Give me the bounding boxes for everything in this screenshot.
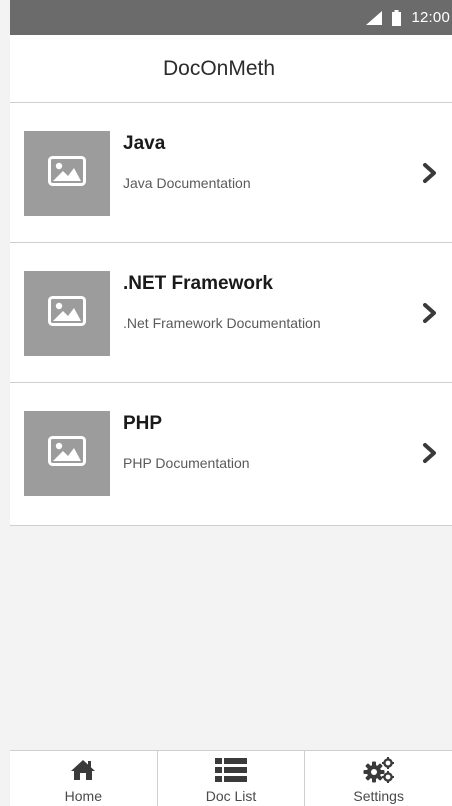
doc-item-subtitle: PHP Documentation [123, 455, 250, 471]
tab-label: Doc List [205, 788, 257, 804]
image-placeholder-icon [48, 156, 86, 191]
status-bar: 12:00 [10, 0, 452, 35]
thumbnail [24, 411, 110, 496]
status-bar-right: 12:00 [366, 0, 450, 35]
home-icon [71, 755, 96, 785]
app-screen: 12:00 DocOnMeth Java Java Documentation [0, 0, 452, 806]
chevron-right-icon[interactable] [422, 442, 438, 464]
app-header: DocOnMeth [10, 35, 452, 103]
page-title: DocOnMeth [162, 56, 276, 80]
list-item-dotnet[interactable]: .NET Framework .Net Framework Documentat… [10, 243, 452, 383]
cellular-signal-icon [366, 10, 383, 25]
tab-settings[interactable]: Settings [304, 751, 452, 806]
list-item-php[interactable]: PHP PHP Documentation [10, 383, 452, 526]
doc-item-subtitle: .Net Framework Documentation [123, 315, 321, 331]
tab-doc-list[interactable]: Doc List [156, 751, 305, 806]
status-time: 12:00 [411, 9, 450, 26]
list-icon [215, 755, 247, 785]
bottom-tab-bar: Home Doc List Settings [10, 750, 452, 806]
tab-label: Home [64, 788, 103, 804]
image-placeholder-icon [48, 296, 86, 331]
image-placeholder-icon [48, 436, 86, 471]
chevron-right-icon[interactable] [422, 302, 438, 324]
gears-icon [363, 755, 395, 785]
tab-home[interactable]: Home [10, 751, 157, 806]
doc-item-subtitle: Java Documentation [123, 175, 251, 191]
doc-list: Java Java Documentation .NET Framework .… [10, 103, 452, 526]
thumbnail [24, 131, 110, 216]
doc-item-title: .NET Framework [123, 273, 273, 294]
battery-icon [392, 9, 402, 26]
tab-label: Settings [353, 788, 404, 804]
thumbnail [24, 271, 110, 356]
chevron-right-icon[interactable] [422, 162, 438, 184]
doc-item-title: Java [123, 133, 166, 154]
list-item-java[interactable]: Java Java Documentation [10, 103, 452, 243]
doc-item-title: PHP [123, 413, 163, 434]
